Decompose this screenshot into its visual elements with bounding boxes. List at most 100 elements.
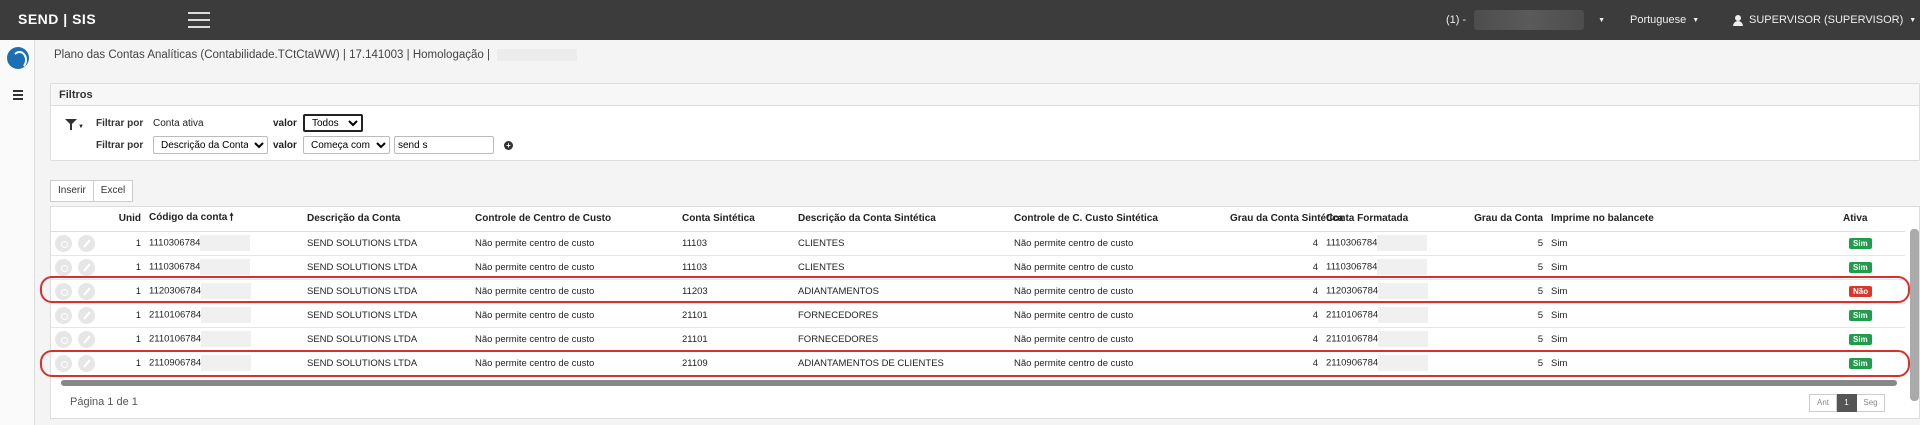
- table-row[interactable]: 1 2110106784 SEND SOLUTIONS LTDA Não permit…: [51, 327, 1905, 352]
- current-page-button[interactable]: 1: [1837, 394, 1857, 412]
- cell-formatada: 2110106784: [1322, 303, 1467, 328]
- col-header-sintetica[interactable]: Conta Sintética: [678, 207, 794, 232]
- filter-panel-title: Filtros: [51, 84, 1919, 106]
- cell-imprime: Sim: [1547, 351, 1683, 376]
- filter-field-select[interactable]: Descrição da Conta: [153, 136, 268, 154]
- caret-down-icon[interactable]: ▼: [78, 124, 84, 130]
- cell-grau-sint-text: 4: [1312, 285, 1318, 297]
- brand-logo[interactable]: SEND | SIS: [18, 11, 96, 27]
- cell-ativa: Sim: [1683, 255, 1905, 280]
- edit-icon[interactable]: [78, 306, 95, 324]
- col-header-codigo[interactable]: Código da conta 🠕: [145, 207, 303, 232]
- vertical-scrollbar[interactable]: [1910, 221, 1919, 411]
- col-header-controle-sint[interactable]: Controle de C. Custo Sintética: [1010, 207, 1226, 232]
- cell-grau: 5: [1467, 327, 1547, 352]
- cell-formatada-text: 1110306784: [1326, 261, 1378, 273]
- company-selector[interactable]: (1) - ▼: [1446, 0, 1605, 40]
- cell-controle-text: Não permite centro de custo: [475, 333, 595, 345]
- col-header-descricao[interactable]: Descrição da Conta: [303, 207, 471, 232]
- cell-grau: 5: [1467, 255, 1547, 280]
- cell-controle-sint-text: Não permite centro de custo: [1014, 237, 1134, 249]
- view-icon[interactable]: [55, 306, 72, 324]
- user-menu[interactable]: SUPERVISOR (SUPERVISOR) ▼: [1733, 0, 1916, 40]
- app-logo-icon[interactable]: [7, 47, 29, 69]
- language-selector[interactable]: Portuguese ▼: [1630, 0, 1699, 40]
- col-header-controle[interactable]: Controle de Centro de Custo: [471, 207, 678, 232]
- prev-page-button[interactable]: Ant: [1809, 394, 1837, 412]
- menu-icon[interactable]: [188, 12, 210, 28]
- caret-down-icon: ▼: [1909, 16, 1917, 24]
- col-header-desc-sintetica[interactable]: Descrição da Conta Sintética: [794, 207, 1010, 232]
- cell-formatada-text: 2110106784: [1326, 333, 1379, 345]
- cell-unid-text: 1: [135, 285, 141, 297]
- view-icon[interactable]: [55, 234, 72, 252]
- cell-unid-text: 1: [135, 237, 141, 249]
- col-header-formatada[interactable]: Conta Formatada: [1322, 207, 1467, 232]
- horizontal-scroll-thumb[interactable]: [61, 380, 1897, 386]
- col-header-codigo-label: Código da conta: [149, 212, 228, 224]
- cell-controle: Não permite centro de custo: [471, 231, 678, 256]
- cell-controle: Não permite centro de custo: [471, 303, 678, 328]
- cell-grau-sint: 4: [1226, 303, 1322, 328]
- cell-descricao: SEND SOLUTIONS LTDA: [303, 255, 471, 280]
- edit-icon[interactable]: [78, 234, 95, 252]
- col-header-imprime[interactable]: Imprime no balancete: [1547, 207, 1683, 232]
- cell-controle-text: Não permite centro de custo: [475, 357, 595, 369]
- value-label: valor: [273, 117, 297, 129]
- filter-icon[interactable]: [65, 119, 79, 131]
- cell-controle-sint-text: Não permite centro de custo: [1014, 357, 1134, 369]
- redacted-block: [1377, 235, 1428, 251]
- table-header-row: Unid Código da conta 🠕 Descrição da Conta…: [51, 207, 1905, 232]
- view-icon[interactable]: [55, 330, 72, 348]
- view-icon[interactable]: [55, 258, 72, 276]
- vertical-scroll-thumb[interactable]: [1910, 229, 1919, 401]
- redacted-block: [201, 307, 252, 323]
- edit-icon[interactable]: [78, 354, 95, 372]
- accounts-grid: Unid Código da conta 🠕 Descrição da Conta…: [50, 206, 1920, 419]
- list-icon[interactable]: [13, 90, 23, 102]
- breadcrumb-redacted: [497, 49, 578, 61]
- col-header-grau[interactable]: Grau da Conta: [1467, 207, 1547, 232]
- operator-select[interactable]: Começa com: [303, 136, 390, 154]
- view-icon[interactable]: [55, 282, 72, 300]
- edit-icon[interactable]: [78, 282, 95, 300]
- cell-grau-sint-text: 4: [1312, 357, 1318, 369]
- filter-value-input[interactable]: [394, 136, 494, 154]
- cell-unid: 1: [113, 303, 145, 328]
- cell-controle-text: Não permite centro de custo: [475, 309, 595, 321]
- table-row[interactable]: 1 1120306784 SEND SOLUTIONS LTDA Não permit…: [51, 279, 1905, 304]
- cell-controle: Não permite centro de custo: [471, 351, 678, 376]
- table-row[interactable]: 1 1110306784 SEND SOLUTIONS LTDA Não permit…: [51, 255, 1905, 280]
- col-header-ativa[interactable]: Ativa: [1683, 207, 1905, 232]
- next-page-button[interactable]: Seg: [1857, 394, 1885, 412]
- edit-icon[interactable]: [78, 258, 95, 276]
- col-header-unid[interactable]: Unid: [113, 207, 145, 232]
- cell-grau-sint-text: 4: [1312, 309, 1318, 321]
- cell-formatada: 2110106784: [1322, 327, 1467, 352]
- table-row[interactable]: 1 1110306784 SEND SOLUTIONS LTDA Não permit…: [51, 231, 1905, 256]
- active-value-select[interactable]: Todos: [303, 114, 363, 132]
- cell-desc-sintetica-text: CLIENTES: [798, 237, 845, 249]
- table-row[interactable]: 1 2110106784 SEND SOLUTIONS LTDA Não permit…: [51, 303, 1905, 328]
- cell-descricao-text: SEND SOLUTIONS LTDA: [307, 357, 418, 369]
- cell-controle: Não permite centro de custo: [471, 279, 678, 304]
- cell-grau-text: 5: [1537, 285, 1543, 297]
- edit-icon[interactable]: [78, 330, 95, 348]
- cell-ativa: Sim: [1683, 231, 1905, 256]
- language-label: Portuguese: [1630, 14, 1687, 26]
- insert-button[interactable]: Inserir: [50, 180, 94, 202]
- filter-field-fixed: Conta ativa: [153, 117, 204, 129]
- row-actions: [51, 303, 113, 328]
- table-row[interactable]: 1 2110906784 SEND SOLUTIONS LTDA Não permit…: [51, 351, 1905, 376]
- col-header-grau-sint[interactable]: Grau da Conta Sintética: [1226, 207, 1343, 232]
- redacted-block: [201, 283, 252, 299]
- add-filter-icon[interactable]: +: [504, 140, 513, 150]
- excel-button[interactable]: Excel: [93, 180, 134, 202]
- view-icon[interactable]: [55, 354, 72, 372]
- redacted-block: [1378, 283, 1429, 299]
- user-name: SUPERVISOR (SUPERVISOR): [1749, 14, 1904, 26]
- top-bar: SEND | SIS (1) - ▼ Portuguese ▼ SUPERVIS…: [0, 0, 1920, 40]
- cell-grau-sint-text: 4: [1312, 237, 1318, 249]
- horizontal-scrollbar[interactable]: [53, 379, 1905, 387]
- cell-descricao: SEND SOLUTIONS LTDA: [303, 303, 471, 328]
